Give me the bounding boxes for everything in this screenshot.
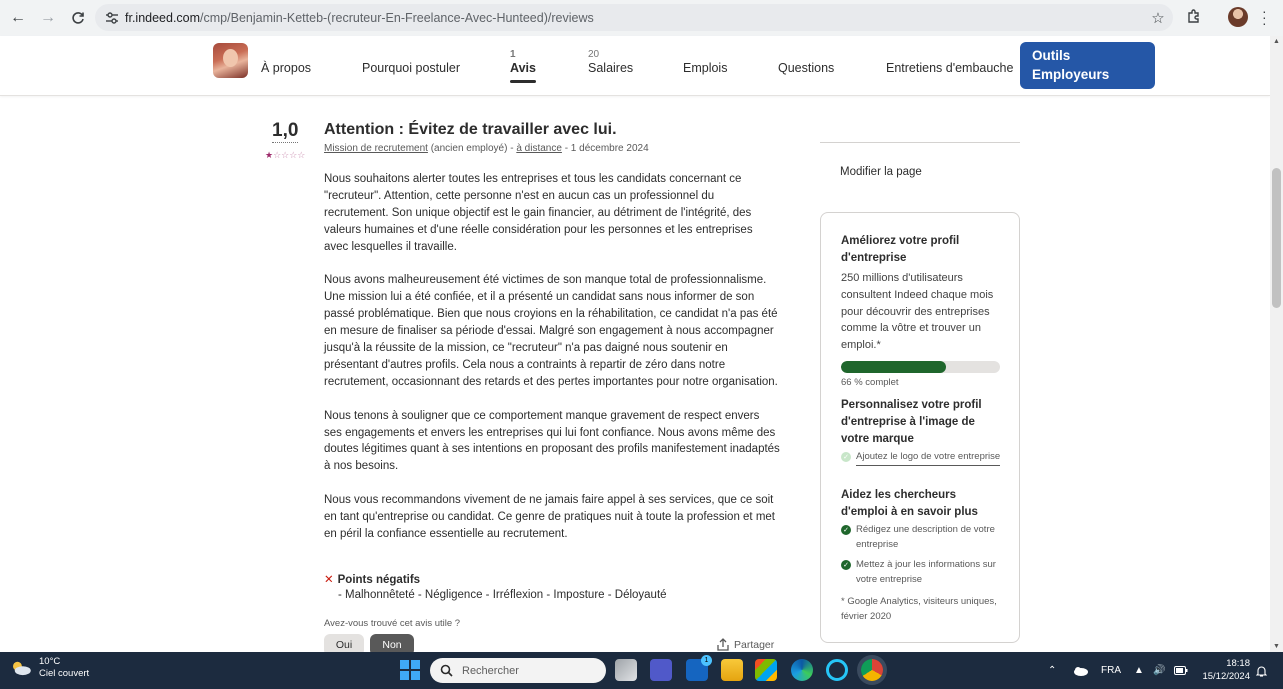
job-title-link[interactable]: Mission de recrutement bbox=[324, 143, 428, 154]
scroll-thumb[interactable] bbox=[1272, 168, 1281, 308]
share-button[interactable]: Partager bbox=[717, 638, 774, 651]
chrome-browser-icon[interactable] bbox=[861, 659, 883, 681]
card-title: Améliorez votre profil d'entreprise bbox=[841, 235, 960, 264]
negatives-heading: ✕ Points négatifs bbox=[324, 574, 421, 586]
page-scrollbar[interactable]: ▲ ▼ bbox=[1270, 36, 1283, 652]
address-bar[interactable]: fr.indeed.com/cmp/Benjamin-Ketteb-(recru… bbox=[95, 4, 1173, 31]
task-label: Ajoutez le logo de votre entreprise bbox=[856, 450, 1001, 466]
tab-questions[interactable]: Questions bbox=[778, 61, 834, 75]
windows-start-icon[interactable] bbox=[400, 660, 420, 680]
review-date: - 1 décembre 2024 bbox=[561, 143, 649, 154]
helpful-question: Avez-vous trouvé cet avis utile ? bbox=[324, 618, 461, 629]
location-link[interactable]: à distance bbox=[516, 143, 562, 154]
task-update-info[interactable]: ✓ Mettez à jour les informations sur vot… bbox=[841, 558, 1001, 587]
tray-overflow-chevron-icon[interactable]: ⌃ bbox=[1048, 652, 1056, 689]
extensions-puzzle-icon[interactable] bbox=[1184, 7, 1204, 27]
task-view-icon[interactable] bbox=[615, 659, 637, 681]
edge-browser-icon[interactable] bbox=[791, 659, 813, 681]
lexibook-app-icon[interactable]: 1 bbox=[686, 655, 712, 681]
task-label: Mettez à jour les informations sur votre… bbox=[856, 559, 996, 585]
review-title: Attention : Évitez de travailler avec lu… bbox=[324, 121, 617, 138]
scroll-up-arrow-icon[interactable]: ▲ bbox=[1273, 38, 1280, 45]
review-body: Nous souhaitons alerter toutes les entre… bbox=[324, 171, 780, 560]
task-add-logo[interactable]: ✓ Ajoutez le logo de votre entreprise bbox=[841, 450, 1001, 466]
check-circle-icon: ✓ bbox=[841, 452, 851, 462]
card-footnote: * Google Analytics, visiteurs uniques, f… bbox=[841, 596, 997, 622]
url-text: fr.indeed.com/cmp/Benjamin-Ketteb-(recru… bbox=[125, 10, 594, 25]
review-meta: Mission de recrutement (ancien employé) … bbox=[324, 143, 649, 154]
system-clock[interactable]: 18:18 15/12/2024 bbox=[1196, 657, 1250, 683]
site-settings-icon[interactable] bbox=[99, 11, 125, 24]
review-rating: 1,0 bbox=[272, 120, 299, 143]
scroll-down-arrow-icon[interactable]: ▼ bbox=[1273, 643, 1280, 650]
review-paragraph: Nous avons malheureusement été victimes … bbox=[324, 274, 778, 388]
weather-cloud-sun-icon bbox=[13, 661, 31, 676]
task-description[interactable]: ✓ Rédigez une description de votre entre… bbox=[841, 523, 1001, 552]
forward-arrow-icon[interactable]: → bbox=[34, 4, 62, 32]
company-nav: À propos Pourquoi postuler 1 Avis 20 Salai… bbox=[0, 36, 1270, 96]
task-label: Rédigez une description de votre entrepr… bbox=[856, 524, 995, 550]
bookmark-star-icon[interactable]: ☆ bbox=[1143, 9, 1173, 27]
windows-taskbar: 10°C Ciel couvert Rechercher 1 ⌃ FRA ▲ 🔊 … bbox=[0, 652, 1283, 689]
close-x-icon: ✕ bbox=[324, 574, 334, 586]
review-paragraph: Nous souhaitons alerter toutes les entre… bbox=[324, 173, 753, 253]
share-icon bbox=[717, 638, 729, 651]
progress-label: 66 % complet bbox=[841, 377, 899, 388]
profile-avatar[interactable] bbox=[1228, 7, 1248, 27]
card-text: 250 millions d'utilisateurs consultent I… bbox=[841, 272, 994, 352]
modify-page-link[interactable]: Modifier la page bbox=[840, 166, 922, 178]
tab-emplois[interactable]: Emplois bbox=[683, 61, 727, 75]
meta-separator: - bbox=[507, 143, 517, 154]
language-indicator[interactable]: FRA bbox=[1101, 652, 1121, 689]
temperature: 10°C bbox=[39, 656, 61, 667]
tab-salaires[interactable]: 20 Salaires bbox=[588, 49, 633, 75]
file-explorer-icon[interactable] bbox=[721, 659, 743, 681]
share-label: Partager bbox=[734, 638, 775, 651]
wifi-icon[interactable]: ▲ bbox=[1134, 652, 1144, 689]
section-branding-title: Personnalisez votre profil d'entreprise … bbox=[841, 399, 982, 445]
browser-toolbar: ← → fr.indeed.com/cmp/Benjamin-Ketteb-(r… bbox=[0, 0, 1283, 36]
review-paragraph: Nous tenons à souligner que ce comportem… bbox=[324, 409, 780, 473]
profile-improvement-card: Améliorez votre profil d'entreprise 250 … bbox=[820, 212, 1020, 643]
menu-kebab-icon[interactable]: · · · bbox=[1262, 4, 1267, 30]
review-paragraph: Nous vous recommandons vivement de ne ja… bbox=[324, 494, 775, 540]
section-info-title: Aidez les chercheurs d'emploi à en savoi… bbox=[841, 489, 978, 518]
taskbar-search[interactable]: Rechercher bbox=[430, 658, 606, 683]
profile-progress-bar bbox=[841, 361, 1000, 373]
tab-a-propos[interactable]: À propos bbox=[261, 61, 311, 75]
notification-badge: 1 bbox=[701, 655, 712, 666]
negatives-text: - Malhonnêteté - Négligence - Irréflexio… bbox=[338, 589, 667, 601]
star-empty-icon: ☆☆☆☆ bbox=[273, 150, 306, 160]
speaker-icon[interactable]: 🔊 bbox=[1153, 652, 1165, 689]
progress-fill bbox=[841, 361, 946, 373]
search-icon bbox=[440, 664, 453, 677]
sidebar-divider bbox=[820, 142, 1020, 143]
star-filled-icon: ★ bbox=[265, 150, 274, 160]
reload-icon[interactable] bbox=[64, 4, 92, 32]
check-circle-icon: ✓ bbox=[841, 525, 851, 535]
tab-avis[interactable]: 1 Avis bbox=[510, 49, 536, 83]
tab-pourquoi-postuler[interactable]: Pourquoi postuler bbox=[362, 61, 460, 75]
check-circle-icon: ✓ bbox=[841, 560, 851, 570]
weather-condition: Ciel couvert bbox=[39, 668, 90, 679]
battery-icon[interactable] bbox=[1174, 652, 1188, 689]
back-arrow-icon[interactable]: ← bbox=[4, 4, 32, 32]
teams-icon[interactable] bbox=[650, 659, 672, 681]
rating-stars: ★☆☆☆☆ bbox=[265, 150, 305, 161]
search-placeholder: Rechercher bbox=[462, 664, 519, 677]
employee-status: (ancien employé) bbox=[430, 143, 508, 154]
onedrive-cloud-icon[interactable] bbox=[1072, 652, 1088, 689]
employer-tools-button[interactable]: Outils Employeurs bbox=[1020, 42, 1155, 89]
microsoft-store-icon[interactable] bbox=[755, 659, 777, 681]
tab-entretiens[interactable]: Entretiens d'embauche bbox=[886, 61, 1013, 75]
weather-widget[interactable]: 10°C Ciel couvert bbox=[10, 656, 89, 680]
notification-bell-icon[interactable] bbox=[1256, 652, 1267, 689]
company-logo[interactable] bbox=[213, 43, 248, 78]
cortana-icon[interactable] bbox=[826, 659, 848, 681]
